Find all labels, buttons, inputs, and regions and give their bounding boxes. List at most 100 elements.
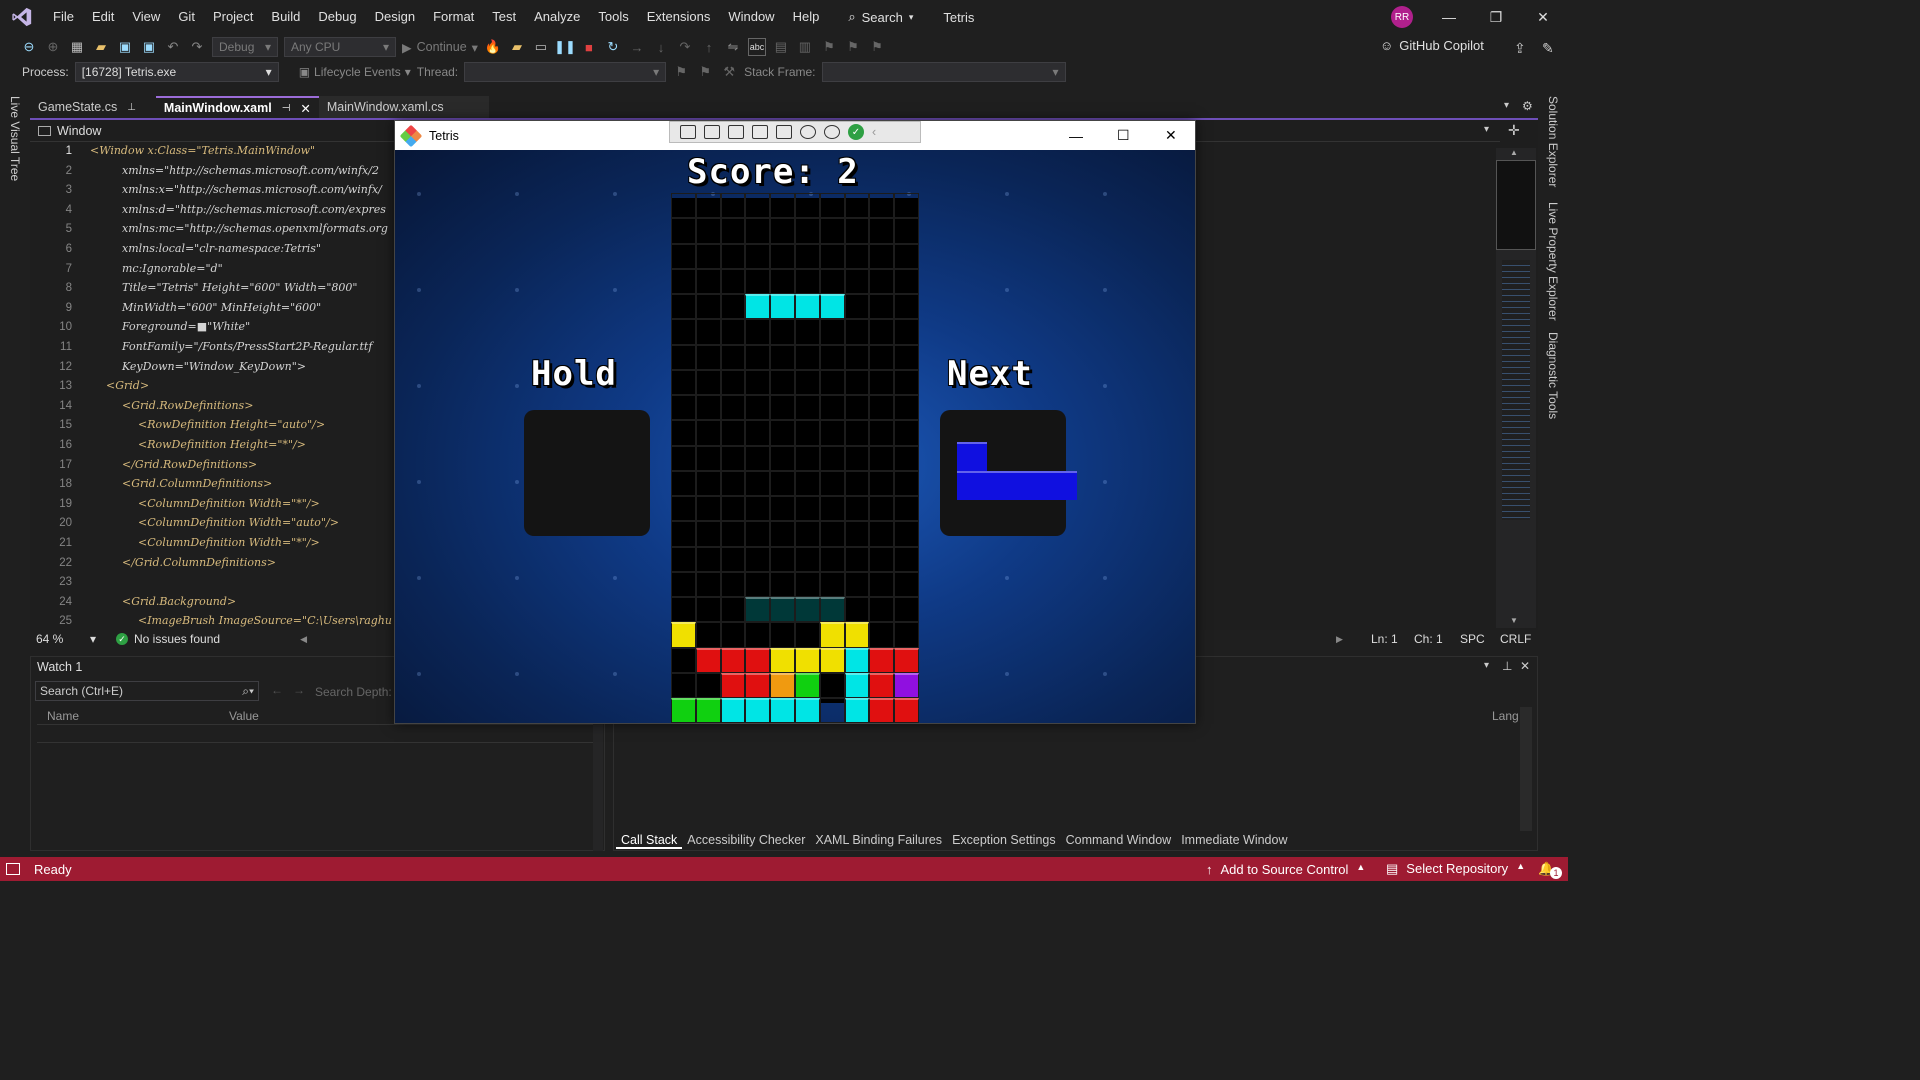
code-line[interactable]: 1 <Window x:Class="Tetris.MainWindow" <box>30 144 395 164</box>
code-line[interactable]: 12 KeyDown="Window_KeyDown"> <box>30 360 395 380</box>
code-line[interactable]: 22 </Grid.ColumnDefinitions> <box>30 556 395 576</box>
code-line[interactable]: 18 <Grid.ColumnDefinitions> <box>30 477 395 497</box>
zoom-dropdown[interactable]: 64 % ▾ <box>36 632 96 646</box>
folder-icon[interactable]: ▰ <box>508 38 526 56</box>
bookmark-icon[interactable]: ⚑ <box>820 38 838 56</box>
hot-reload-icon[interactable]: 🔥 <box>484 38 502 56</box>
whitespace-mode[interactable]: SPC <box>1460 632 1485 646</box>
tetris-maximize-icon[interactable]: ☐ <box>1117 127 1130 144</box>
code-line[interactable]: 9 MinWidth="600" MinHeight="600" <box>30 301 395 321</box>
menu-analyze[interactable]: Analyze <box>525 0 589 34</box>
code-line[interactable]: 15 <RowDefinition Height="auto"/> <box>30 418 395 438</box>
pin-icon[interactable]: ⊥ <box>127 102 136 113</box>
tab-overflow-icon[interactable]: ▾ <box>1504 100 1509 111</box>
menu-design[interactable]: Design <box>366 0 424 34</box>
diagnostic-tools-tab[interactable]: Diagnostic Tools <box>1546 332 1560 419</box>
bookmark-prev-icon[interactable]: ⚑ <box>844 38 862 56</box>
tab-immediate-window[interactable]: Immediate Window <box>1176 833 1292 849</box>
tab-mainwindow-xaml[interactable]: MainWindow.xaml ⊣ ✕ <box>155 96 319 118</box>
scroll-left-icon[interactable]: ◀ <box>300 634 307 645</box>
configuration-dropdown[interactable]: Debug ▾ <box>212 37 278 57</box>
menu-view[interactable]: View <box>123 0 169 34</box>
code-line[interactable]: 4 xmlns:d="http://schemas.microsoft.com/e… <box>30 203 395 223</box>
search-button[interactable]: ⌕ Search ▾ <box>838 9 923 25</box>
stack-icon[interactable]: ⚒ <box>720 63 738 81</box>
column-header-name[interactable]: Name <box>47 709 79 723</box>
scrollbar-thumb[interactable] <box>1496 160 1536 250</box>
select-element-icon[interactable] <box>728 125 744 139</box>
column-number[interactable]: Ch: 1 <box>1414 632 1443 646</box>
menu-test[interactable]: Test <box>483 0 525 34</box>
scroll-right-icon[interactable]: ▶ <box>1336 634 1343 645</box>
share-icon[interactable]: ⇪ <box>1514 40 1526 57</box>
save-all-icon[interactable]: ▣ <box>140 38 158 56</box>
solution-explorer-tab[interactable]: Solution Explorer <box>1546 96 1560 187</box>
menu-tools[interactable]: Tools <box>589 0 637 34</box>
show-next-statement-icon[interactable]: → <box>628 38 646 56</box>
scroll-up-icon[interactable]: ▲ <box>1510 148 1518 157</box>
nav-dropdown-icon[interactable]: ▾ <box>1484 124 1489 135</box>
watch-search-input[interactable]: Search (Ctrl+E) ⌕▾ <box>35 681 259 701</box>
back-icon[interactable]: ⊖ <box>20 38 38 56</box>
panel-scrollbar[interactable] <box>1520 707 1532 831</box>
code-line[interactable]: 16 <RowDefinition Height="*"/> <box>30 438 395 458</box>
minimize-icon[interactable]: — <box>1426 0 1472 34</box>
display-layout-adorners-icon[interactable] <box>752 125 768 139</box>
accessibility-icon[interactable] <box>824 125 840 139</box>
menu-extensions[interactable]: Extensions <box>638 0 720 34</box>
tetris-minimize-icon[interactable]: — <box>1069 128 1083 144</box>
restore-icon[interactable]: ❐ <box>1473 0 1519 34</box>
lifecycle-events-button[interactable]: ▣ Lifecycle Events ▾ <box>299 65 411 79</box>
code-line[interactable]: 10 Foreground=■"White" <box>30 320 395 340</box>
close-icon[interactable]: ✕ <box>300 101 310 116</box>
code-line[interactable]: 14 <Grid.RowDefinitions> <box>30 399 395 419</box>
split-icon[interactable]: ✛ <box>1508 122 1520 139</box>
live-visual-tree-tab[interactable]: Live Visual Tree <box>8 96 22 181</box>
avatar[interactable]: RR <box>1391 6 1413 28</box>
flag-threads-icon[interactable]: ⚑ <box>696 63 714 81</box>
bookmark-next-icon[interactable]: ⚑ <box>868 38 886 56</box>
line-ending[interactable]: CRLF <box>1500 632 1531 646</box>
collapse-toolbar-icon[interactable]: ‹ <box>872 125 876 139</box>
tab-accessibility-checker[interactable]: Accessibility Checker <box>682 833 810 849</box>
menu-build[interactable]: Build <box>262 0 309 34</box>
scan-ok-icon[interactable]: ✓ <box>848 124 864 140</box>
code-line[interactable]: 23 <box>30 575 395 595</box>
live-property-explorer-tab[interactable]: Live Property Explorer <box>1546 202 1560 321</box>
uncomment-icon[interactable]: ▥ <box>796 38 814 56</box>
open-icon[interactable]: ▰ <box>92 38 110 56</box>
pause-icon[interactable]: ❚❚ <box>554 38 576 56</box>
output-icon[interactable] <box>6 863 20 875</box>
gear-icon[interactable]: ⚙ <box>1522 99 1533 113</box>
code-line[interactable]: 7 mc:Ignorable="d" <box>30 262 395 282</box>
menu-help[interactable]: Help <box>784 0 829 34</box>
issues-status[interactable]: No issues found <box>134 632 220 646</box>
tab-gamestate-cs[interactable]: GameState.cs ⊥ <box>30 96 144 118</box>
camera-icon[interactable] <box>704 125 720 139</box>
code-line[interactable]: 6 xmlns:local="clr-namespace:Tetris" <box>30 242 395 262</box>
select-repository-button[interactable]: ▤ Select Repository ▲ <box>1386 861 1525 877</box>
new-item-icon[interactable]: ▦ <box>68 38 86 56</box>
continue-button[interactable]: ▶ Continue ▾ <box>402 40 478 55</box>
process-dropdown[interactable]: [16728] Tetris.exe ▾ <box>74 62 279 82</box>
go-to-live-visual-tree-icon[interactable] <box>680 125 696 139</box>
tetris-game-area[interactable]: Score: 2 Hold Next <box>395 150 1195 723</box>
column-header-lang[interactable]: Lang <box>1492 709 1519 723</box>
code-line[interactable]: 17 </Grid.RowDefinitions> <box>30 458 395 478</box>
platform-dropdown[interactable]: Any CPU ▾ <box>284 37 396 57</box>
window-icon[interactable]: ▭ <box>532 38 550 56</box>
tab-call-stack[interactable]: Call Stack <box>616 833 683 849</box>
code-line[interactable]: 24 <Grid.Background> <box>30 595 395 615</box>
search-forward-icon[interactable]: → <box>293 683 305 697</box>
stop-icon[interactable]: ■ <box>580 38 598 56</box>
menu-git[interactable]: Git <box>169 0 204 34</box>
binding-failures-icon[interactable] <box>800 125 816 139</box>
menu-project[interactable]: Project <box>204 0 262 34</box>
code-line[interactable]: 21 <ColumnDefinition Width="*"/> <box>30 536 395 556</box>
step-into-icon[interactable]: ↓ <box>652 38 670 56</box>
feedback-icon[interactable]: ✎ <box>1542 40 1554 57</box>
menu-debug[interactable]: Debug <box>309 0 365 34</box>
undo-icon[interactable]: ↶ <box>164 38 182 56</box>
github-copilot-button[interactable]: ☺ GitHub Copilot <box>1380 38 1484 53</box>
forward-icon[interactable]: ⊕ <box>44 38 62 56</box>
